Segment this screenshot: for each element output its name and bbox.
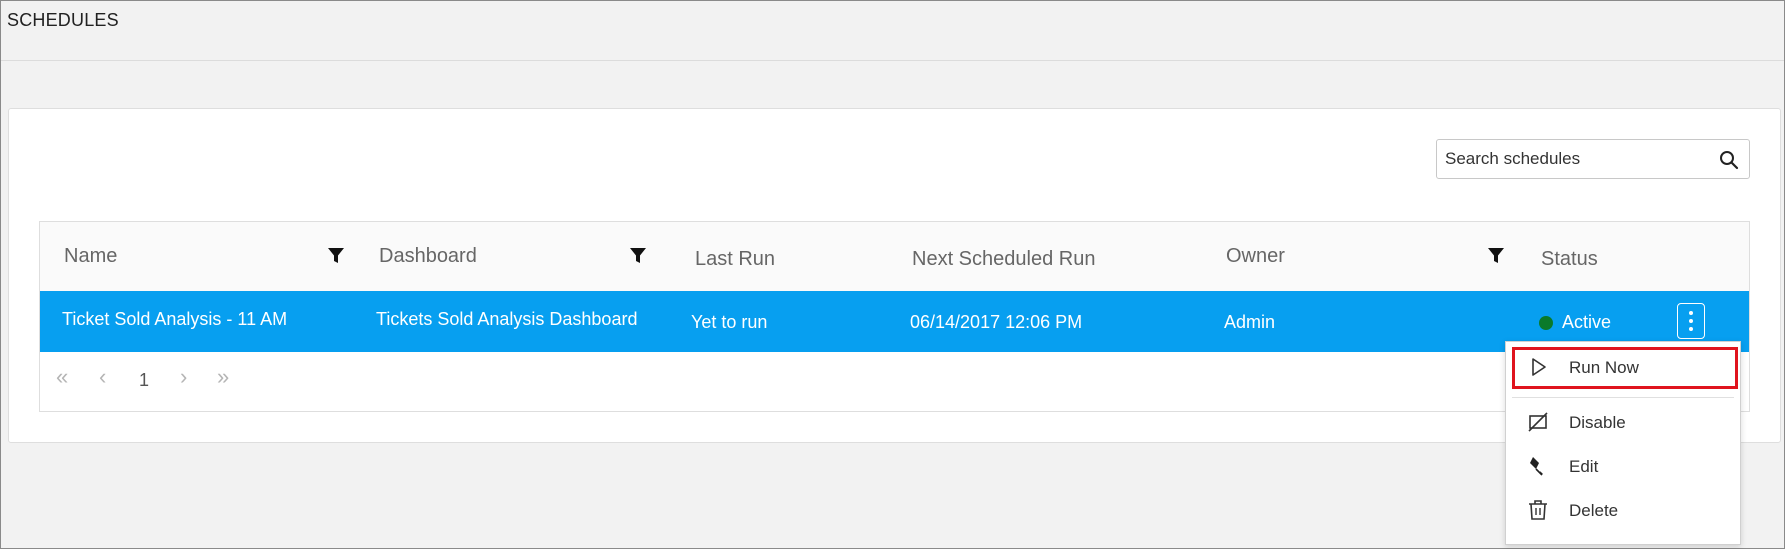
menu-item-label: Edit [1569,457,1599,476]
last-page-icon[interactable]: » [217,364,229,390]
menu-item-disable[interactable]: Disable [1506,402,1740,444]
column-header-last-run[interactable]: Last Run [695,248,775,271]
row-actions-kebab-button[interactable] [1677,303,1705,339]
cell-dashboard: Tickets Sold Analysis Dashboard [376,309,638,329]
search-input[interactable] [1445,140,1705,178]
owner-filter-icon[interactable] [1487,247,1505,265]
menu-item-edit[interactable]: Edit [1506,446,1740,488]
column-header-owner[interactable]: Owner [1226,245,1285,268]
pencil-icon [1530,457,1543,476]
page-title: SCHEDULES [7,10,119,30]
kebab-dot [1689,311,1693,315]
next-page-icon[interactable]: › [180,364,187,390]
cell-last-run: Yet to run [691,312,768,332]
menu-item-label: Delete [1569,501,1619,520]
pager: « ‹ 1 › » [40,352,1749,412]
cell-next-run: 06/14/2017 12:06 PM [910,312,1083,332]
column-header-next-scheduled-run[interactable]: Next Scheduled Run [912,248,1095,271]
menu-item-label: Disable [1569,413,1626,432]
dashboard-filter-icon[interactable] [629,247,647,265]
cell-status: Active [1562,312,1612,332]
cell-owner: Admin [1224,312,1276,332]
title-divider [1,60,1784,61]
current-page-number[interactable]: 1 [139,370,149,391]
search-box[interactable] [1436,139,1750,179]
menu-divider [1512,397,1734,398]
prev-page-icon[interactable]: ‹ [99,364,106,390]
search-icon[interactable] [1719,150,1739,170]
row-context-menu: Run Now Disable Edit Delete [1505,341,1741,545]
disable-icon [1528,412,1548,432]
table-row[interactable]: Ticket Sold Analysis - 11 AM Tickets Sol… [40,291,1749,352]
name-filter-icon[interactable] [327,247,345,265]
column-header-dashboard[interactable]: Dashboard [379,245,477,268]
column-header-status[interactable]: Status [1541,248,1598,271]
menu-item-delete[interactable]: Delete [1506,490,1740,532]
trash-icon [1529,500,1547,520]
kebab-dot [1689,327,1693,331]
status-indicator-icon [1539,316,1553,330]
run-now-highlight-box [1512,347,1738,389]
schedules-grid: Name Dashboard Last Run Next Scheduled R… [39,221,1750,412]
cell-name: Ticket Sold Analysis - 11 AM [62,309,288,329]
grid-header: Name Dashboard Last Run Next Scheduled R… [40,222,1749,292]
kebab-dot [1689,319,1693,323]
column-header-name[interactable]: Name [64,245,117,268]
first-page-icon[interactable]: « [56,364,68,390]
